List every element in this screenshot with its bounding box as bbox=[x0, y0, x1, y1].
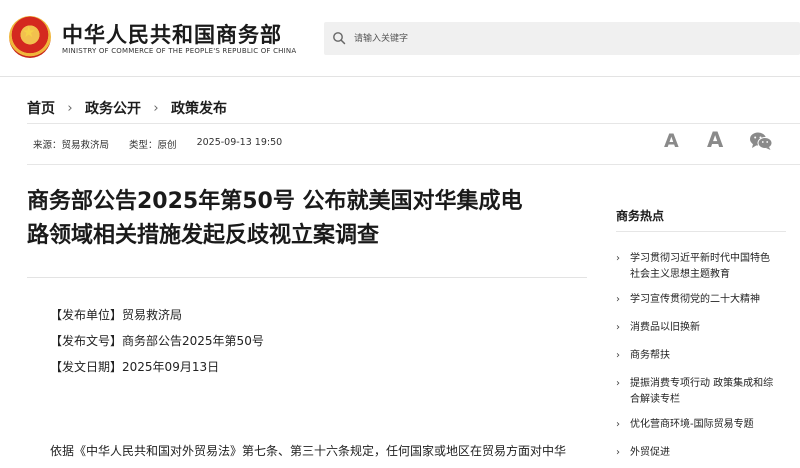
info-key: 【发布单位】 bbox=[50, 308, 123, 322]
sidebar-item-label: 提振消费专项行动 政策集成和综 bbox=[630, 378, 774, 389]
type-label: 类型： bbox=[129, 140, 158, 151]
sidebar-divider bbox=[616, 231, 786, 232]
chevron-right-icon: › bbox=[616, 419, 620, 430]
info-value: 2025年09月13日 bbox=[122, 360, 220, 374]
source-value: 贸易救济局 bbox=[61, 140, 110, 151]
breadcrumb-policy-release[interactable]: 政策发布 bbox=[171, 98, 227, 118]
publish-datetime: 2025-09-13 19:50 bbox=[196, 137, 283, 148]
meta-source: 来源：贸易救济局 bbox=[33, 137, 109, 151]
ministry-name[interactable]: 中华人民共和国商务部 bbox=[62, 19, 282, 49]
breadcrumb-government-affairs[interactable]: 政务公开 bbox=[85, 98, 141, 118]
meta-type: 类型：原创 bbox=[129, 137, 177, 151]
chevron-right-icon: › bbox=[616, 253, 620, 264]
info-key: 【发文日期】 bbox=[50, 360, 123, 374]
info-row-issue-date: 【发文日期】2025年09月13日 bbox=[50, 354, 264, 380]
breadcrumb: 首页 › 政务公开 › 政策发布 bbox=[27, 98, 227, 118]
chevron-right-icon: › bbox=[616, 447, 620, 458]
sidebar-item-consumption-boost[interactable]: › 提振消费专项行动 政策集成和综 合解读专栏 bbox=[616, 376, 786, 408]
chevron-right-icon: › bbox=[616, 322, 620, 333]
article-info-list: 【发布单位】贸易救济局 【发布文号】商务部公告2025年第50号 【发文日期】2… bbox=[50, 302, 264, 380]
font-size-decrease-button[interactable]: A bbox=[664, 130, 679, 152]
article-body-paragraph: 依据《中华人民共和国对外贸易法》第七条、第三十六条规定，任何国家或地区在贸易方面… bbox=[50, 444, 567, 458]
chevron-right-icon: › bbox=[616, 378, 620, 389]
search-icon[interactable] bbox=[332, 31, 346, 45]
sidebar-item-business-environment[interactable]: › 优化营商环境-国际贸易专题 bbox=[616, 417, 786, 433]
sidebar-item-label: 外贸促进 bbox=[630, 447, 670, 458]
info-value: 商务部公告2025年第50号 bbox=[122, 334, 264, 348]
title-divider bbox=[27, 277, 587, 278]
search-input[interactable] bbox=[354, 28, 774, 49]
national-emblem-logo[interactable]: ★ bbox=[9, 16, 51, 58]
header-divider bbox=[0, 76, 800, 77]
ministry-english-name: MINISTRY OF COMMERCE OF THE PEOPLE'S REP… bbox=[62, 47, 297, 55]
sidebar-item-label: 优化营商环境-国际贸易专题 bbox=[630, 419, 754, 430]
sidebar-item-trade-in[interactable]: › 消费品以旧换新 bbox=[616, 320, 786, 336]
meta-top-divider bbox=[27, 123, 800, 124]
sidebar-item-label: 社会主义思想主题教育 bbox=[630, 269, 730, 280]
article-title-line-2: 路领域相关措施发起反歧视立案调查 bbox=[27, 223, 380, 248]
chevron-right-icon: › bbox=[67, 100, 73, 116]
site-header: ★ 中华人民共和国商务部 MINISTRY OF COMMERCE OF THE… bbox=[0, 0, 800, 76]
sidebar-item-label: 合解读专栏 bbox=[630, 394, 680, 405]
sidebar-item-trade-promotion[interactable]: › 外贸促进 bbox=[616, 445, 786, 461]
hot-topics-list: › 学习贯彻习近平新时代中国特色 社会主义思想主题教育 › 学习宣传贯彻党的二十… bbox=[616, 251, 786, 461]
type-value: 原创 bbox=[157, 140, 177, 151]
sidebar-item-label: 商务帮扶 bbox=[630, 350, 670, 361]
sidebar-item-thought-education[interactable]: › 学习贯彻习近平新时代中国特色 社会主义思想主题教育 bbox=[616, 251, 786, 283]
info-row-document-number: 【发布文号】商务部公告2025年第50号 bbox=[50, 328, 264, 354]
chevron-right-icon: › bbox=[616, 294, 620, 305]
info-key: 【发布文号】 bbox=[50, 334, 123, 348]
breadcrumb-home[interactable]: 首页 bbox=[27, 98, 55, 118]
article-title-line-1: 商务部公告2025年第50号 公布就美国对华集成电 bbox=[27, 189, 523, 214]
star-icon: ★ bbox=[22, 23, 36, 41]
chevron-right-icon: › bbox=[153, 100, 159, 116]
sidebar-item-commerce-assistance[interactable]: › 商务帮扶 bbox=[616, 348, 786, 364]
font-size-increase-button[interactable]: A bbox=[707, 128, 723, 152]
info-row-issuer: 【发布单位】贸易救济局 bbox=[50, 302, 264, 328]
sidebar-item-label: 学习贯彻习近平新时代中国特色 bbox=[630, 253, 770, 264]
sidebar-item-label: 学习宣传贯彻党的二十大精神 bbox=[630, 294, 760, 305]
source-label: 来源： bbox=[33, 140, 62, 151]
article-title: 商务部公告2025年第50号 公布就美国对华集成电 路领域相关措施发起反歧视立案… bbox=[27, 185, 587, 253]
article-meta: 来源：贸易救济局 类型：原创 2025-09-13 19:50 bbox=[33, 137, 302, 151]
sidebar-title: 商务热点 bbox=[616, 209, 665, 223]
wechat-icon[interactable] bbox=[749, 131, 773, 151]
search-box[interactable] bbox=[324, 22, 800, 55]
info-value: 贸易救济局 bbox=[122, 308, 183, 322]
meta-bottom-divider bbox=[27, 164, 800, 165]
sidebar-item-twentieth-congress[interactable]: › 学习宣传贯彻党的二十大精神 bbox=[616, 292, 786, 308]
chevron-right-icon: › bbox=[616, 350, 620, 361]
sidebar-item-label: 消费品以旧换新 bbox=[630, 322, 700, 333]
